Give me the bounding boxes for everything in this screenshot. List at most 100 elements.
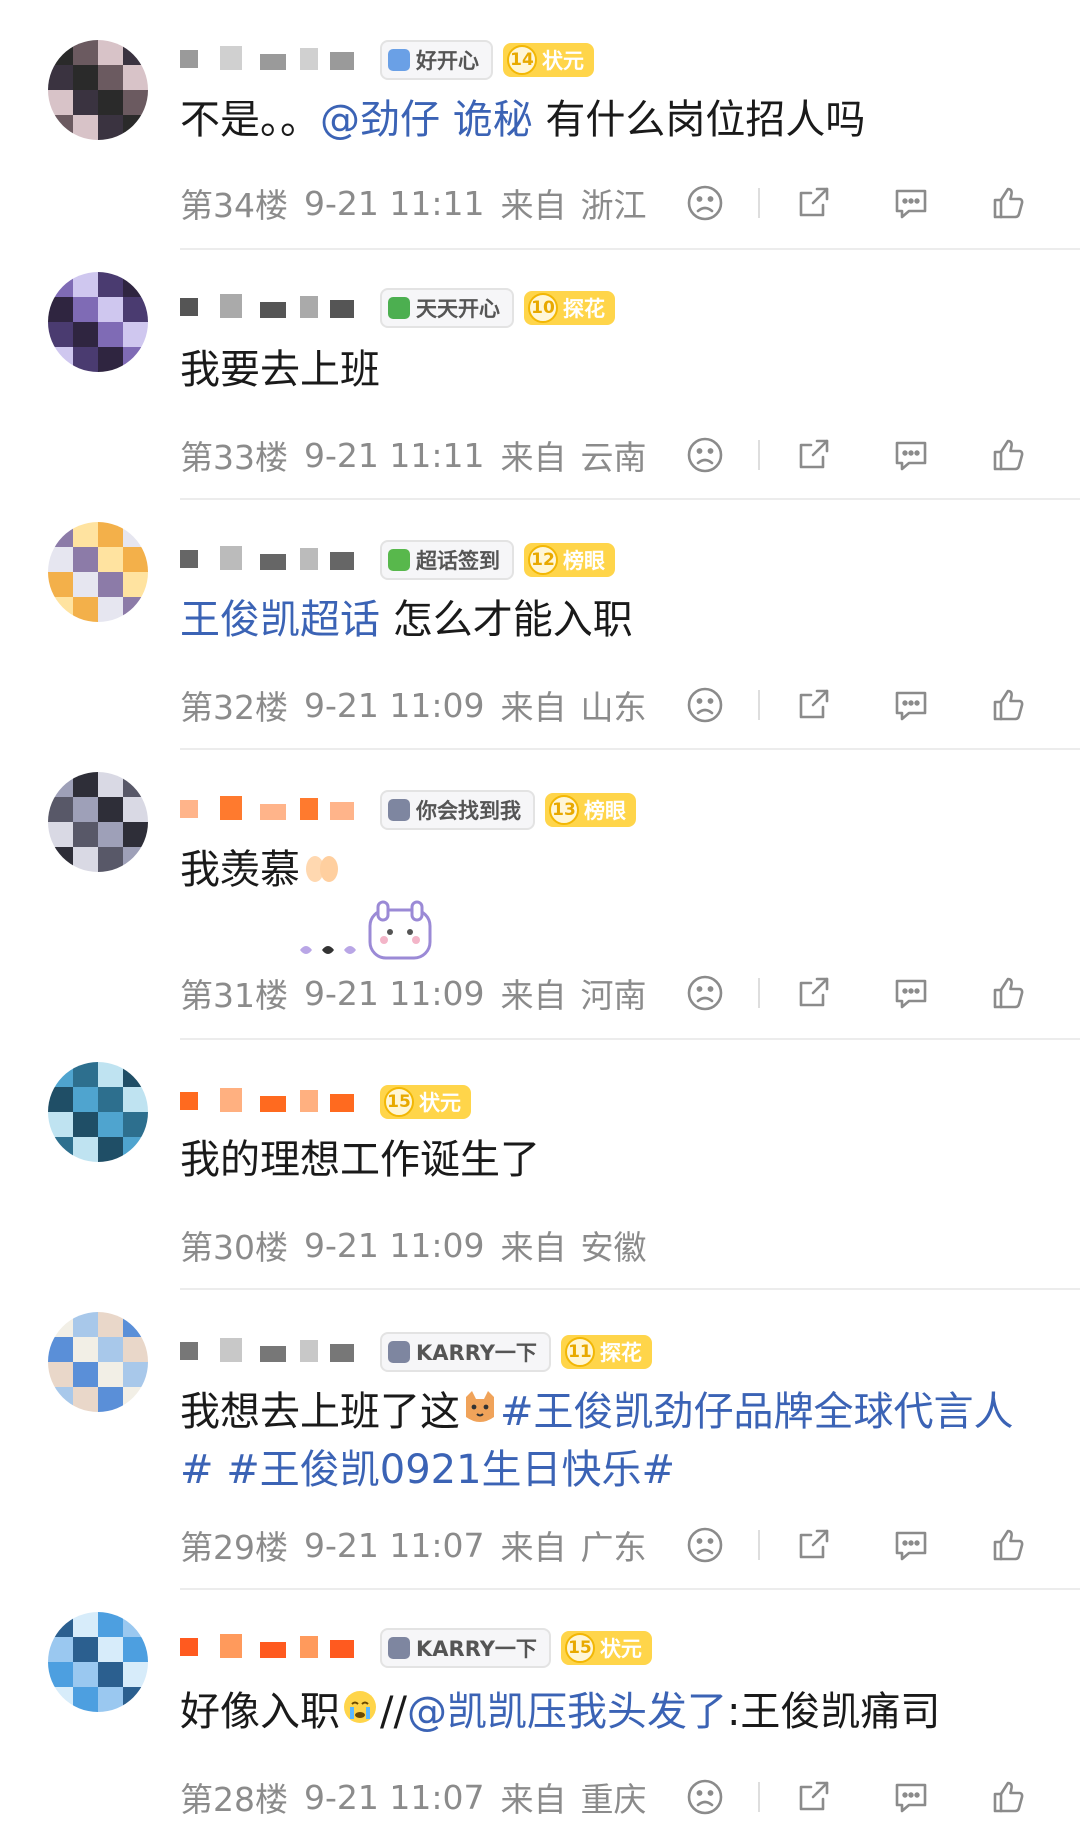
like-icon[interactable] bbox=[986, 682, 1032, 728]
avatar-mosaic-block bbox=[98, 547, 123, 572]
avatar[interactable] bbox=[48, 522, 148, 622]
username-mosaic-block bbox=[220, 796, 242, 820]
like-icon[interactable] bbox=[986, 432, 1032, 478]
comment-link[interactable]: @劲仔 bbox=[320, 97, 440, 143]
timestamp: 9-21 11:09 bbox=[304, 1225, 485, 1265]
avatar-mosaic-block bbox=[98, 572, 123, 597]
fan-level-badge[interactable]: 13 榜眼 bbox=[545, 793, 636, 827]
avatar[interactable] bbox=[48, 1312, 148, 1412]
dislike-icon[interactable] bbox=[682, 1774, 728, 1820]
comment-text-segment bbox=[440, 97, 453, 143]
username-mosaic-block bbox=[330, 1094, 354, 1112]
user-badge[interactable]: 天天开心 bbox=[380, 288, 514, 328]
share-icon[interactable] bbox=[790, 180, 836, 226]
username-redacted[interactable] bbox=[180, 1332, 380, 1372]
comment-divider bbox=[180, 248, 1080, 250]
fan-level-badge[interactable]: 14 状元 bbox=[503, 43, 594, 77]
avatar[interactable] bbox=[48, 1062, 148, 1162]
share-icon[interactable] bbox=[790, 682, 836, 728]
reply-icon[interactable] bbox=[888, 1774, 934, 1820]
avatar-mosaic-block bbox=[98, 1337, 123, 1362]
timestamp: 9-21 11:11 bbox=[304, 183, 485, 223]
avatar[interactable] bbox=[48, 272, 148, 372]
fan-level-badge[interactable]: 11 探花 bbox=[560, 1335, 652, 1369]
fan-level-badge[interactable]: 15 状元 bbox=[560, 1631, 652, 1665]
floor-number: 第28楼 bbox=[180, 1780, 288, 1819]
comment-link[interactable]: #王俊凯0921生日快乐# bbox=[226, 1447, 675, 1493]
avatar[interactable] bbox=[48, 40, 148, 140]
comment-actions bbox=[682, 432, 1032, 478]
fan-level-title: 探花 bbox=[599, 1341, 642, 1365]
like-icon[interactable] bbox=[986, 180, 1032, 226]
username-redacted[interactable] bbox=[180, 790, 380, 830]
dislike-icon[interactable] bbox=[682, 1522, 728, 1568]
comment-meta: 第34楼 9-21 11:11 来自 浙江 bbox=[180, 178, 1060, 228]
fan-level-number: 14 bbox=[507, 45, 537, 75]
comment-meta: 第32楼 9-21 11:09 来自 山东 bbox=[180, 680, 1060, 730]
comment-actions bbox=[682, 180, 1032, 226]
username-redacted[interactable] bbox=[180, 40, 380, 80]
username-mosaic-block bbox=[330, 52, 354, 70]
avatar-mosaic-block bbox=[48, 572, 73, 597]
avatar-mosaic-block bbox=[98, 347, 123, 372]
avatar-mosaic-block bbox=[48, 1637, 73, 1662]
comment-divider bbox=[180, 498, 1080, 500]
fan-level-title: 状元 bbox=[599, 1637, 642, 1661]
user-badge[interactable]: 好开心 bbox=[380, 40, 493, 80]
share-icon[interactable] bbox=[790, 1774, 836, 1820]
dislike-icon[interactable] bbox=[682, 970, 728, 1016]
share-icon[interactable] bbox=[790, 970, 836, 1016]
username-mosaic-block bbox=[180, 50, 198, 68]
avatar-mosaic-block bbox=[123, 297, 148, 322]
avatar[interactable] bbox=[48, 1612, 148, 1712]
username-redacted[interactable] bbox=[180, 540, 380, 580]
username-redacted[interactable] bbox=[180, 1628, 380, 1668]
reply-icon[interactable] bbox=[888, 970, 934, 1016]
username-mosaic-block bbox=[300, 798, 318, 820]
fan-level-badge[interactable]: 10 探花 bbox=[524, 291, 615, 325]
like-icon[interactable] bbox=[986, 970, 1032, 1016]
share-icon[interactable] bbox=[790, 1522, 836, 1568]
avatar-mosaic-block bbox=[98, 797, 123, 822]
username-redacted[interactable] bbox=[180, 288, 380, 328]
username-mosaic-block bbox=[260, 1096, 286, 1112]
comment-link[interactable]: @凯凯压我头发了 bbox=[407, 1689, 727, 1735]
user-badge[interactable]: 你会找到我 bbox=[380, 790, 535, 830]
avatar-mosaic-block bbox=[123, 65, 148, 90]
avatar-mosaic-block bbox=[123, 347, 148, 372]
username-mosaic-block bbox=[220, 1088, 242, 1112]
like-icon[interactable] bbox=[986, 1522, 1032, 1568]
dislike-icon[interactable] bbox=[682, 432, 728, 478]
avatar-mosaic-block bbox=[98, 1312, 123, 1337]
reply-icon[interactable] bbox=[888, 432, 934, 478]
avatar[interactable] bbox=[48, 772, 148, 872]
avatar-mosaic-block bbox=[48, 1087, 73, 1112]
avatar-mosaic-block bbox=[98, 1137, 123, 1162]
reply-icon[interactable] bbox=[888, 1522, 934, 1568]
dislike-icon[interactable] bbox=[682, 180, 728, 226]
user-badge[interactable]: KARRY一下 bbox=[380, 1628, 551, 1668]
avatar-mosaic-block bbox=[73, 572, 98, 597]
comment-link[interactable]: 诡秘 bbox=[453, 97, 533, 143]
avatar-mosaic-block bbox=[123, 272, 148, 297]
avatar-mosaic-block bbox=[123, 1387, 148, 1412]
comment-divider bbox=[180, 1288, 1080, 1290]
reply-icon[interactable] bbox=[888, 180, 934, 226]
share-icon[interactable] bbox=[790, 432, 836, 478]
comment-text-segment: 有什么岗位招人吗 bbox=[532, 97, 866, 143]
action-separator bbox=[758, 1782, 760, 1812]
fan-level-badge[interactable]: 15 状元 bbox=[380, 1085, 471, 1119]
reply-icon[interactable] bbox=[888, 682, 934, 728]
dislike-icon[interactable] bbox=[682, 682, 728, 728]
user-badge[interactable]: KARRY一下 bbox=[380, 1332, 551, 1372]
comment-link[interactable]: 王俊凯超话 bbox=[180, 597, 380, 643]
user-badge[interactable]: 超话签到 bbox=[380, 540, 514, 580]
fan-level-title: 探花 bbox=[563, 297, 605, 321]
like-icon[interactable] bbox=[986, 1774, 1032, 1820]
username-redacted[interactable] bbox=[180, 1082, 380, 1122]
fan-level-badge[interactable]: 12 榜眼 bbox=[524, 543, 615, 577]
timestamp: 9-21 11:07 bbox=[304, 1525, 485, 1565]
avatar-mosaic-block bbox=[73, 822, 98, 847]
avatar-mosaic-block bbox=[123, 322, 148, 347]
avatar-mosaic-block bbox=[98, 90, 123, 115]
